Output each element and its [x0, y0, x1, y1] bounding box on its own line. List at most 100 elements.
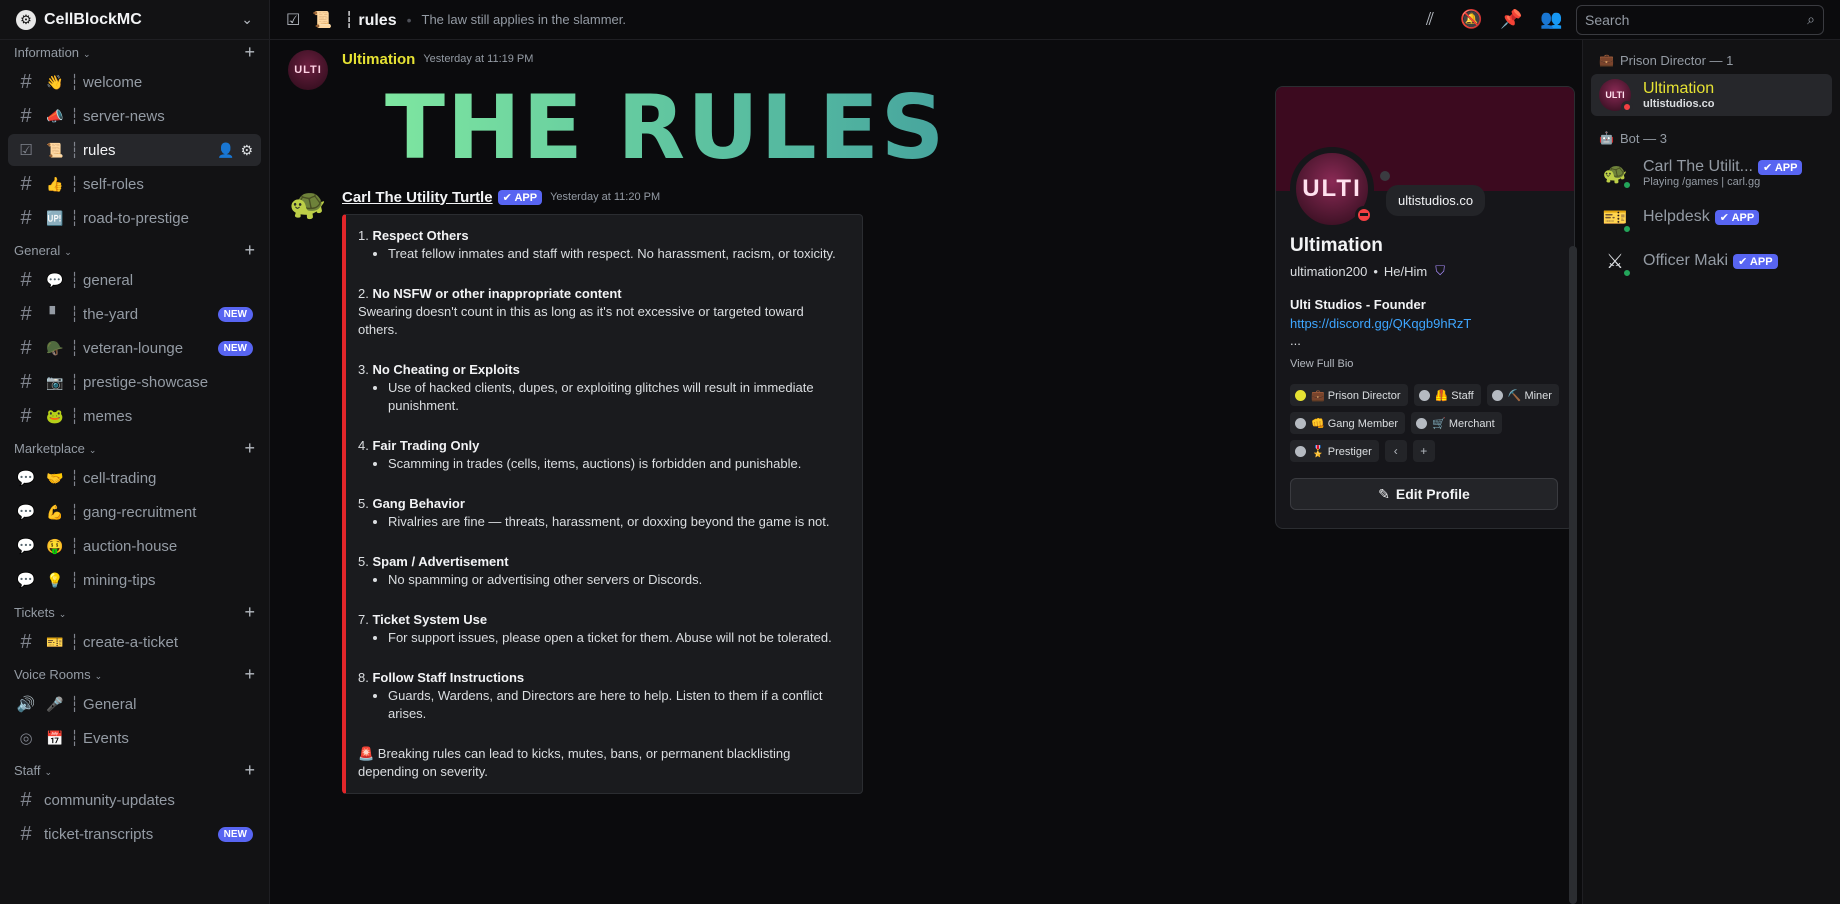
rule-bullets: No spamming or advertising other servers… — [358, 571, 846, 589]
channel-emoji: 🎫 — [46, 633, 64, 650]
channel-separator: ┆ — [70, 176, 80, 193]
category-general[interactable]: General ⌄ + — [8, 238, 261, 262]
channel-name: ticket-transcripts — [44, 825, 154, 843]
avatar[interactable]: 🐢 — [288, 184, 328, 224]
rule-number: 5. — [358, 554, 373, 569]
member-group-label: Bot — 3 — [1619, 130, 1667, 146]
nitro-badge-icon[interactable]: ⛉ — [1435, 263, 1445, 279]
member-name-row: Ultimation — [1643, 80, 1715, 98]
hash-icon: # — [20, 336, 32, 359]
pin-icon[interactable]: 📌 — [1500, 9, 1522, 30]
member-item[interactable]: ⚔ Officer Maki ✔ APP — [1591, 240, 1832, 282]
channel-welcome[interactable]: # 👋 ┆ welcome — [8, 66, 261, 98]
channel-name: self-roles — [83, 175, 144, 193]
channel-prestige-showcase[interactable]: # 📷 ┆ prestige-showcase — [8, 366, 261, 398]
channel-create-a-ticket[interactable]: # 🎫 ┆ create-a-ticket — [8, 626, 261, 658]
role-chip[interactable]: 👊 Gang Member — [1290, 412, 1406, 434]
search-input[interactable] — [1585, 11, 1808, 28]
category-information[interactable]: Information ⌄ + — [8, 40, 261, 64]
channel-name: General — [83, 695, 137, 713]
chevron-left-icon[interactable]: ‹ — [1384, 440, 1407, 462]
channel-self-roles[interactable]: # 👍 ┆ self-roles — [8, 168, 261, 200]
channel-memes[interactable]: # 🐸 ┆ memes — [8, 400, 261, 432]
channel-veteran-lounge[interactable]: # 🪖 ┆ veteran-lounge NEW — [8, 332, 261, 364]
member-avatar: ⚔ — [1599, 245, 1633, 279]
add-role-icon[interactable]: + — [1412, 440, 1435, 462]
channel-the-yard[interactable]: # ▘ ┆ the-yard NEW — [8, 298, 261, 330]
hash-icon: # — [20, 206, 32, 229]
member-avatar: 🐢 — [1599, 157, 1633, 191]
channel-ticket-transcripts[interactable]: # ticket-transcripts NEW — [8, 818, 261, 850]
group-icon: 🤖 — [1599, 131, 1614, 145]
notifications-muted-icon[interactable]: 🔕 — [1460, 9, 1482, 30]
add-channel-icon[interactable]: + — [244, 240, 255, 261]
channel-name: gang-recruitment — [83, 503, 197, 521]
add-channel-icon[interactable]: + — [244, 602, 255, 623]
chevron-down-icon: ⌄ — [94, 670, 103, 681]
member-group-header: 💼 Prison Director — 1 — [1591, 48, 1832, 72]
rule-heading: 5. Spam / Advertisement — [358, 553, 846, 571]
member-item[interactable]: 🎫 Helpdesk ✔ APP — [1591, 196, 1832, 238]
channel-road-to-prestige[interactable]: # 🆙 ┆ road-to-prestige — [8, 202, 261, 234]
rule-item: 2. No NSFW or other inappropriate conten… — [358, 285, 846, 339]
channel-name: the-yard — [83, 305, 139, 323]
channel-name: rules — [83, 141, 116, 159]
category-voice-rooms[interactable]: Voice Rooms ⌄ + — [8, 662, 261, 686]
channel-mining-tips[interactable]: 💬 💡 ┆ mining-tips — [8, 564, 261, 596]
avatar[interactable]: ULTI — [288, 50, 328, 90]
channel-rules[interactable]: ☑ 📜 ┆ rules 👤 ⚙ — [8, 134, 261, 166]
custom-status[interactable]: ultistudios.co — [1386, 185, 1486, 216]
member-list-icon[interactable]: 👥 — [1540, 9, 1562, 30]
channel-general[interactable]: 🔊 🎤 ┆ General — [8, 688, 261, 720]
role-chip[interactable]: 💼 Prison Director — [1290, 384, 1408, 406]
add-channel-icon[interactable]: + — [244, 438, 255, 459]
edit-profile-button[interactable]: ✎ Edit Profile — [1290, 478, 1558, 510]
profile-display-name: Ultimation — [1290, 235, 1383, 256]
server-icon: ⚙ — [16, 9, 36, 30]
role-chip[interactable]: 🎖️ Prestiger — [1290, 440, 1379, 462]
online-status-icon — [1621, 267, 1633, 279]
add-channel-icon[interactable]: + — [244, 760, 255, 781]
rule-heading: 5. Gang Behavior — [358, 495, 846, 513]
channel-sidebar: ⚙ CellBlockMC ⌄ Information ⌄ + # 👋 ┆ welcome #… — [0, 0, 270, 904]
hash-icon: # — [20, 788, 32, 811]
bio-link[interactable]: https://discord.gg/QKqgb9hRzT — [1290, 316, 1560, 331]
category-marketplace[interactable]: Marketplace ⌄ + — [8, 436, 261, 460]
view-full-bio-link[interactable]: View Full Bio — [1290, 358, 1560, 370]
role-chip[interactable]: 🦺 Staff — [1413, 384, 1481, 406]
category-staff[interactable]: Staff ⌄ + — [8, 758, 261, 782]
new-badge: NEW — [217, 340, 253, 356]
search-box[interactable]: ⌕ — [1576, 4, 1824, 35]
channel-events[interactable]: ◎ 📅 ┆ Events — [8, 722, 261, 754]
channel-separator: ┆ — [70, 470, 80, 487]
member-item[interactable]: ULTI Ultimation ultistudios.co — [1591, 74, 1832, 116]
channel-general[interactable]: # 💬 ┆ general — [8, 264, 261, 296]
role-chip[interactable]: ⛏️ Miner — [1486, 384, 1559, 406]
threads-icon[interactable]: ⫽ — [1420, 9, 1440, 30]
channel-topic[interactable]: The law still applies in the slammer. — [422, 12, 1401, 27]
hash-icon: # — [20, 630, 32, 653]
channel-auction-house[interactable]: 💬 🤑 ┆ auction-house — [8, 530, 261, 562]
rule-description: Swearing doesn't count in this as long a… — [358, 304, 804, 337]
member-list: 💼 Prison Director — 1 ULTI Ultimation ultist… — [1582, 40, 1840, 904]
channel-community-updates[interactable]: # community-updates — [8, 784, 261, 816]
channel-name: welcome — [83, 73, 143, 91]
topic-separator: • — [406, 11, 412, 28]
add-member-icon[interactable]: 👤 — [217, 142, 234, 159]
gear-icon[interactable]: ⚙ — [240, 142, 253, 159]
chevron-down-icon: ⌄ — [64, 246, 72, 257]
channel-cell-trading[interactable]: 💬 🤝 ┆ cell-trading — [8, 462, 261, 494]
role-chip[interactable]: 🛒 Merchant — [1411, 412, 1502, 434]
channel-gang-recruitment[interactable]: 💬 💪 ┆ gang-recruitment — [8, 496, 261, 528]
profile-username[interactable]: ultimation200 — [1290, 264, 1367, 279]
category-tickets[interactable]: Tickets ⌄ + — [8, 600, 261, 624]
add-channel-icon[interactable]: + — [244, 664, 255, 685]
message-scrollbar[interactable] — [1569, 246, 1577, 904]
add-channel-icon[interactable]: + — [244, 42, 255, 63]
role-color-dot — [1418, 389, 1430, 401]
server-header[interactable]: ⚙ CellBlockMC ⌄ — [0, 0, 269, 40]
author-name[interactable]: Ultimation — [342, 51, 415, 68]
channel-server-news[interactable]: # 📣 ┆ server-news — [8, 100, 261, 132]
member-item[interactable]: 🐢 Carl The Utilit... ✔ APP Playing /games |… — [1591, 152, 1832, 194]
author-name[interactable]: Carl The Utility Turtle — [342, 189, 493, 206]
